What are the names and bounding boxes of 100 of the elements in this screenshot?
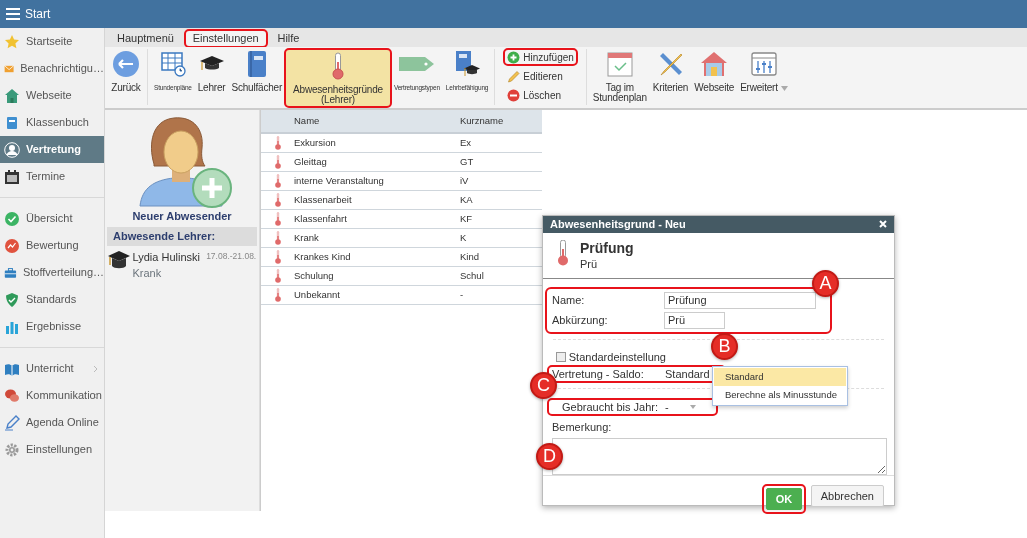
column-header[interactable]: Kurzname: [460, 113, 504, 129]
table-cell-text: Klassenarbeit: [294, 192, 353, 207]
dialog-heading: Prüfung: [580, 239, 634, 256]
menu-tab[interactable]: Einstellungen: [184, 30, 267, 47]
column-header[interactable]: Name: [294, 113, 460, 129]
table-cell-text: iV: [460, 173, 469, 188]
chevron-right-icon: [93, 391, 98, 400]
sidebar-item[interactable]: Bewertung: [0, 232, 104, 259]
thermometer-icon: [274, 288, 281, 302]
sidebar-item[interactable]: Übersicht: [0, 205, 104, 232]
new-absent-button[interactable]: Neuer Abwesender: [105, 110, 259, 225]
plus-circle-icon: [507, 50, 521, 64]
menu-tab[interactable]: Hilfe: [269, 30, 308, 47]
check-circle-icon: [4, 210, 20, 227]
checkbox-label: Standardeinstellung: [568, 349, 666, 365]
year-select[interactable]: -: [662, 399, 699, 415]
table-cell-text: Klassenfahrt: [294, 211, 348, 226]
thermometer-icon: [274, 136, 281, 150]
book-icon: [245, 50, 268, 78]
app-title: Start: [25, 6, 51, 23]
toolbar-button[interactable]: Kriterien: [649, 49, 692, 107]
toolbar-button[interactable]: Webseite: [691, 49, 738, 107]
toolbar-button[interactable]: Tag im Stundenplan: [589, 49, 650, 107]
sidebar-item[interactable]: Einstellungen: [0, 436, 104, 463]
dialog-title: Abwesenheitsgrund - Neu: [550, 217, 686, 232]
thermometer-icon: [274, 193, 281, 207]
table-cell-text: K: [460, 230, 467, 245]
sidebar-item[interactable]: Stoffverteilung…: [0, 259, 104, 286]
chart-circle-icon: [4, 237, 20, 254]
caret-down-icon: [780, 85, 788, 91]
table-cell-text: Krankes Kind: [294, 249, 352, 264]
toolbar-button[interactable]: Abwesenheitsgründe (Lehrer): [285, 49, 391, 107]
toolbar-button[interactable]: Lehrer: [194, 49, 229, 107]
table-cell-text: Schul: [460, 268, 484, 283]
sidebar-item[interactable]: Vertretung: [0, 136, 104, 163]
absence-reason: Krank: [132, 266, 163, 281]
sidebar-item[interactable]: Benachrichtigu…: [0, 55, 104, 82]
table-cell-text: Krank: [294, 230, 320, 245]
table-cell-text: -: [460, 287, 464, 302]
sidebar-item[interactable]: Termine: [0, 163, 104, 190]
toolbar-button[interactable]: Löschen: [504, 87, 577, 103]
toolbar-button[interactable]: Schulfächer: [228, 49, 286, 107]
shield-icon: [4, 291, 20, 308]
sidebar-item[interactable]: Standards: [0, 286, 104, 313]
sidebar-item[interactable]: Webseite: [0, 82, 104, 109]
field-label: Bemerkung:: [551, 420, 613, 436]
menu-tab[interactable]: Hauptmenü: [109, 30, 182, 47]
table-clock-icon: [159, 51, 186, 77]
checkbox[interactable]: [556, 352, 566, 362]
cancel-button[interactable]: Abbrechen: [810, 484, 884, 507]
sidebar-item[interactable]: Kommunikation: [0, 382, 104, 409]
sidebar-item[interactable]: Unterricht: [0, 355, 104, 382]
toolbar-button[interactable]: Hinzufügen: [504, 49, 577, 65]
dropdown-option[interactable]: Berechne als Minusstunde: [714, 386, 846, 404]
toolbar-button[interactable]: Editieren: [504, 68, 577, 84]
caret-icon: [690, 405, 696, 410]
graduation-cap-icon: [107, 248, 130, 271]
table-cell-text: Ex: [460, 135, 472, 150]
calendar-check-icon: [605, 50, 634, 78]
gear-icon: [4, 441, 20, 458]
dropdown-option[interactable]: Standard: [714, 368, 846, 386]
name-field[interactable]: Prüfung: [664, 292, 816, 309]
toolbar-button[interactable]: Zurück: [108, 49, 144, 107]
table-cell-text: Exkursion: [294, 135, 337, 150]
thermometer-icon: [274, 231, 281, 245]
sidebar-item[interactable]: Agenda Online: [0, 409, 104, 436]
table-cell-text: KF: [460, 211, 473, 226]
thermometer-icon: [331, 52, 344, 80]
sidebar-item[interactable]: Klassenbuch: [0, 109, 104, 136]
chat-icon: [4, 387, 20, 404]
house-icon: [700, 50, 729, 78]
dialog-subheading: Prü: [580, 256, 599, 272]
close-icon: [879, 220, 887, 229]
sliders-icon: [749, 50, 778, 78]
table-cell-text: GT: [460, 154, 474, 169]
star-icon: [4, 33, 20, 50]
thermometer-icon: [557, 239, 569, 266]
section-heading: Abwesende Lehrer:: [107, 227, 257, 246]
table-cell-text: Gleittag: [294, 154, 328, 169]
sidebar-item[interactable]: Startseite: [0, 28, 104, 55]
field-label: Gebraucht bis Jahr:: [562, 400, 659, 415]
chevron-right-icon: [93, 364, 98, 373]
calendar-icon: [4, 168, 20, 185]
sidebar-item[interactable]: Ergebnisse: [0, 313, 104, 340]
thermometer-icon: [274, 250, 281, 264]
table-cell-text: KA: [460, 192, 473, 207]
book-icon: [4, 114, 20, 131]
pen-icon: [4, 414, 20, 431]
thermometer-icon: [274, 155, 281, 169]
field-label: Name:: [552, 293, 586, 309]
thermometer-icon: [274, 212, 281, 226]
abbreviation-field[interactable]: Prü: [664, 311, 725, 329]
pencil-icon: [507, 69, 521, 83]
teacher-name: Lydia Hulinski: [132, 249, 201, 265]
absence-dates: 17.08.-21.08.: [206, 249, 257, 263]
thermometer-icon: [274, 269, 281, 283]
house-icon: [4, 87, 20, 104]
table-cell-text: interne Veranstaltung: [294, 173, 385, 188]
table-cell-text: Kind: [460, 249, 479, 264]
toolbar-button[interactable]: Erweitert: [737, 49, 791, 107]
